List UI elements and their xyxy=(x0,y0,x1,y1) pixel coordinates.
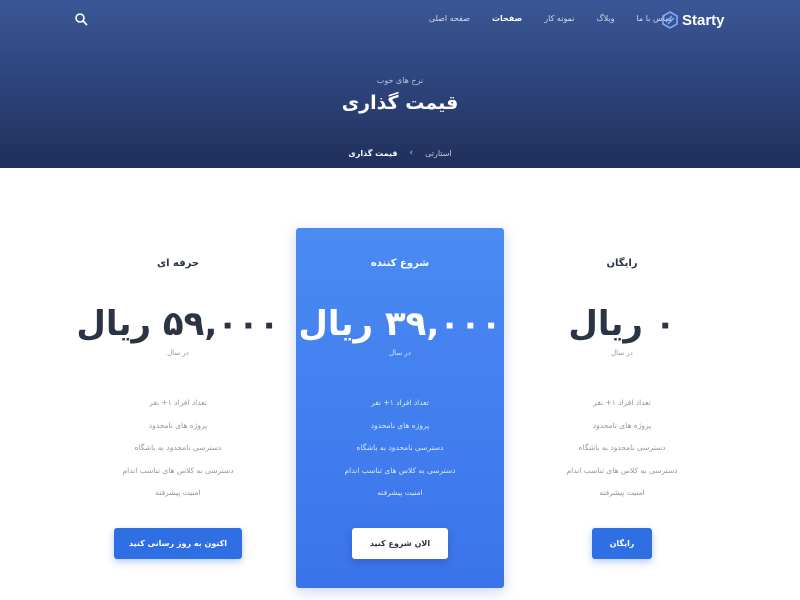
plan-feature: پروژه های نامحدود xyxy=(370,420,430,430)
plan-feature: دسترسی نامحدود به باشگاه xyxy=(134,443,222,452)
plan-features: تعداد افراد ۱+ نفر پروژه های نامحدود دست… xyxy=(74,398,282,511)
plan-period: در سال xyxy=(611,349,633,357)
plan-name: حرفه ای xyxy=(156,258,200,269)
breadcrumb-home-link[interactable]: استارتی xyxy=(425,149,452,158)
plan-features: تعداد افراد ۱+ نفر پروژه های نامحدود دست… xyxy=(518,398,726,511)
breadcrumb-current: قیمت گذاری xyxy=(348,148,398,158)
plan-period: در سال xyxy=(167,349,189,357)
upgrade-now-button[interactable]: اکنون به روز رسانی کنید xyxy=(114,528,242,559)
plan-feature: دسترسی به کلاس های تناسب اندام xyxy=(122,465,234,475)
page-subtitle: نرخ های خوب xyxy=(376,76,424,85)
plan-price: ۳۹,۰۰۰ ریال xyxy=(298,304,502,344)
plan-card-starter: شروع کننده ۳۹,۰۰۰ ریال در سال تعداد افرا… xyxy=(296,228,504,588)
plan-feature: دسترسی نامحدود به باشگاه xyxy=(578,443,666,452)
start-now-button[interactable]: الان شروع کنید xyxy=(352,528,448,559)
nav-item-portfolio[interactable]: نمونه کار xyxy=(544,14,574,28)
top-navbar: صفحه اصلی صفحات نمونه کار وبلاگ تماس با … xyxy=(0,0,800,40)
plan-feature: دسترسی نامحدود به باشگاه xyxy=(356,443,444,452)
plan-feature: پروژه های نامحدود xyxy=(148,420,208,430)
main-menu: صفحه اصلی صفحات نمونه کار وبلاگ تماس با … xyxy=(429,14,672,28)
search-icon[interactable] xyxy=(73,11,89,27)
starty-logo-icon xyxy=(662,11,678,29)
plan-price: ۰ ریال xyxy=(568,304,676,344)
plan-feature: دسترسی به کلاس های تناسب اندام xyxy=(344,465,456,475)
plan-feature: امنیت پیشرفته xyxy=(377,488,423,497)
brand-name: Starty xyxy=(682,11,725,29)
nav-item-pages[interactable]: صفحات xyxy=(492,14,522,28)
plan-period: در سال xyxy=(389,349,411,357)
plan-feature: پروژه های نامحدود xyxy=(592,420,652,430)
plan-card-free: رایگان ۰ ریال در سال تعداد افراد ۱+ نفر … xyxy=(518,228,726,588)
plan-card-pro: حرفه ای ۵۹,۰۰۰ ریال در سال تعداد افراد ۱… xyxy=(74,228,282,588)
plan-price: ۵۹,۰۰۰ ریال xyxy=(76,304,280,344)
plan-feature: امنیت پیشرفته xyxy=(155,488,201,497)
free-plan-button[interactable]: رایگان xyxy=(592,528,652,559)
plan-name: رایگان xyxy=(606,258,638,269)
plan-feature: تعداد افراد ۱+ نفر xyxy=(371,398,429,407)
plan-feature: دسترسی به کلاس های تناسب اندام xyxy=(566,465,678,475)
plan-feature: تعداد افراد ۱+ نفر xyxy=(149,398,207,407)
page-header: صفحه اصلی صفحات نمونه کار وبلاگ تماس با … xyxy=(0,0,800,168)
nav-item-home[interactable]: صفحه اصلی xyxy=(429,14,470,28)
plan-feature: امنیت پیشرفته xyxy=(599,488,645,497)
breadcrumb: استارتی › قیمت گذاری xyxy=(0,148,800,158)
pricing-section: رایگان ۰ ریال در سال تعداد افراد ۱+ نفر … xyxy=(0,228,800,588)
nav-item-blog[interactable]: وبلاگ xyxy=(596,14,614,28)
plan-feature: تعداد افراد ۱+ نفر xyxy=(593,398,651,407)
plan-features: تعداد افراد ۱+ نفر پروژه های نامحدود دست… xyxy=(296,398,504,511)
breadcrumb-separator: › xyxy=(409,148,414,158)
brand-logo[interactable]: Starty xyxy=(662,10,725,30)
page-title: قیمت گذاری xyxy=(341,92,459,114)
plan-name: شروع کننده xyxy=(370,258,430,269)
